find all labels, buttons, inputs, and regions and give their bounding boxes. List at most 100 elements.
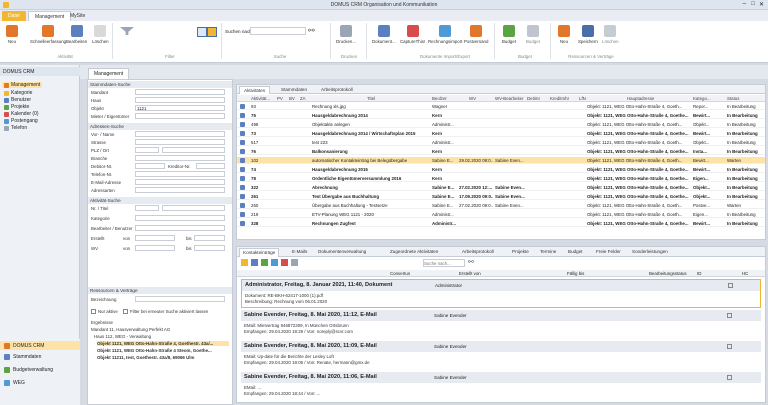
input-erstellt-von[interactable]	[135, 235, 175, 241]
contact-entry[interactable]: Sabine Evender, Freitag, 8. Mai 2020, 11…	[241, 372, 761, 399]
col-hc[interactable]: HC	[742, 271, 748, 276]
mail-dispatch-button[interactable]: Postversand	[464, 25, 488, 44]
col-bv[interactable]: BV	[289, 96, 295, 101]
col-aktivitaet[interactable]: Aktivität...	[251, 96, 270, 101]
delete-entry-icon[interactable]	[281, 259, 288, 266]
detail-filter-icon[interactable]	[291, 259, 298, 266]
col-bearbeitungsstatus[interactable]: Bearbeitungsstatus	[649, 271, 687, 276]
tab-stammdaten[interactable]: Stammdaten	[277, 86, 311, 94]
input-email[interactable]	[135, 179, 225, 185]
tab-aktivitaeten[interactable]: Aktivitäten	[239, 86, 271, 94]
nav-stammdaten[interactable]: Stammdaten	[4, 354, 41, 360]
tab-emails[interactable]: E-Mails	[289, 248, 310, 257]
input-bearbeiter[interactable]	[135, 225, 225, 231]
table-row[interactable]: 76 Balkonsanierung Kern Objekt: 1121, WEG O…	[237, 148, 765, 155]
nav-budgetverwaltung[interactable]: Budgetverwaltung	[4, 367, 53, 373]
checkbox-nur-aktive[interactable]	[91, 309, 96, 314]
col-besitzer[interactable]: Beolzer	[432, 96, 447, 101]
nav-item-projekte[interactable]: Projekte	[4, 104, 29, 110]
col-erstellt-von[interactable]: Erstellt von	[459, 271, 481, 276]
nav-item-benutzer[interactable]: Benutzer	[4, 97, 31, 103]
save-button[interactable]: Speichern	[578, 25, 598, 44]
tab-datei[interactable]: Datei	[2, 11, 26, 21]
table-row[interactable]: 219 ETV-Planung WEG 1121 - 2020 Administr.…	[237, 211, 765, 218]
col-id[interactable]: ID	[697, 271, 701, 276]
table-row[interactable]: 322 Abrechnung Sabine E... 27.02.2020 12:..…	[237, 184, 765, 191]
mail-entry-icon[interactable]	[271, 259, 278, 266]
section-ressourcen[interactable]: Ressourcen & Verträge	[88, 287, 232, 294]
col-wv[interactable]: WV	[469, 96, 476, 101]
input-strasse[interactable]	[135, 139, 225, 145]
tab-projekte[interactable]: Projekte	[509, 248, 532, 257]
tab-arbeitsprotokoll-detail[interactable]: Arbeitsprotokoll	[459, 248, 497, 257]
detail-search-input[interactable]	[423, 259, 465, 267]
filter-icon[interactable]	[120, 27, 134, 35]
section-adressen[interactable]: Adressen-Suche	[88, 123, 232, 130]
table-row[interactable]: 498 Objektakte anlegen Administr... Objekt:…	[237, 121, 765, 128]
new-button[interactable]: Neu	[6, 25, 18, 44]
nav-item-management[interactable]: Management	[2, 82, 43, 88]
table-row[interactable]: 75 Hausgeldabrechnung 2014 Kern Objekt: 112…	[237, 112, 765, 119]
table-row[interactable]: 328 Rechnungen Zugfest Administr... Objekt:…	[237, 220, 765, 227]
tab-dokumentenverwaltung[interactable]: Dokumentenverwaltung	[315, 248, 369, 257]
edit-button[interactable]: Bearbeiten	[66, 25, 87, 44]
input-branche[interactable]	[135, 155, 225, 161]
input-nr[interactable]	[135, 205, 159, 211]
col-faellig[interactable]: Fällig bis	[567, 271, 584, 276]
col-lfn[interactable]: LfN	[579, 96, 586, 101]
col-status[interactable]: Status	[727, 96, 739, 101]
input-wv-bis[interactable]	[194, 245, 225, 251]
tab-termine[interactable]: Termine	[537, 248, 559, 257]
result-objekt-2[interactable]: Objekt 1121, WEG Otto-Hahn-Straße 4 Steo…	[97, 348, 229, 353]
budget-disabled-button[interactable]: Budget	[526, 25, 540, 44]
result-haus[interactable]: Haus 112, WEG - Verwaltung	[94, 334, 151, 339]
col-kreditor[interactable]: Kreditmhr	[550, 96, 569, 101]
capturethis-button[interactable]: CaptureThis!	[400, 25, 425, 44]
nav-item-telefon[interactable]: Telefon	[4, 125, 27, 131]
maximize-icon[interactable]: □	[751, 1, 755, 7]
add-entry-icon[interactable]	[241, 259, 248, 266]
tab-freie-felder[interactable]: Freie Felder	[593, 248, 624, 257]
input-bezeichnung[interactable]	[135, 296, 225, 302]
binoculars-icon[interactable]: ⚯	[308, 26, 318, 36]
tab-mysite[interactable]: MySite	[64, 11, 91, 21]
minimize-icon[interactable]: –	[743, 1, 746, 7]
tab-management-doc[interactable]: Management	[88, 68, 130, 79]
nav-weg[interactable]: WEG	[4, 380, 25, 386]
tab-budget[interactable]: Budget	[565, 248, 586, 257]
ribbon-search-input[interactable]	[250, 27, 306, 35]
contact-entry[interactable]: Sabine Evender, Freitag, 8. Mai 2020, 11…	[241, 341, 761, 368]
entry-attachment-icon[interactable]	[727, 344, 732, 349]
col-convertus[interactable]: Convertus	[390, 271, 410, 276]
input-adressarten[interactable]	[135, 187, 225, 193]
input-ort[interactable]	[162, 147, 225, 153]
section-stammdaten[interactable]: Stammdaten-Suche	[88, 81, 232, 88]
table-row[interactable]: 78 Ordentliche Eigentümerversammlung 2016…	[237, 175, 765, 182]
input-haus[interactable]	[135, 97, 225, 103]
input-titel[interactable]	[162, 205, 225, 211]
resource-delete-button[interactable]: Löschen	[602, 25, 619, 44]
input-debitor[interactable]	[135, 163, 165, 169]
input-telefon[interactable]	[135, 171, 225, 177]
col-za[interactable]: ZA	[300, 96, 306, 101]
tab-arbeitsprotokoll[interactable]: Arbeitsprotokoll	[317, 86, 357, 94]
nav-item-kategorie[interactable]: Kategorie	[4, 90, 32, 96]
input-mieter[interactable]	[135, 113, 225, 119]
table-row[interactable]: 73 Hausgeldabrechnung 2014 / Wirtschaftsp…	[237, 130, 765, 137]
delete-button[interactable]: Löschen	[92, 25, 109, 44]
table-row[interactable]: 74 Hausgeldabrechnung 2015 Kern Objekt: 112…	[237, 166, 765, 173]
section-aktivitaet[interactable]: Aktivität-Suche	[88, 197, 232, 204]
resource-new-button[interactable]: Neu	[558, 25, 570, 44]
col-pv[interactable]: PV	[277, 96, 283, 101]
document-button[interactable]: Dokument...	[372, 25, 396, 44]
close-icon[interactable]: ✕	[759, 1, 764, 8]
input-kreditor[interactable]	[196, 163, 225, 169]
contact-entry[interactable]: Sabine Evender, Freitag, 8. Mai 2020, 11…	[241, 310, 761, 337]
tab-sonderleistungen[interactable]: Sonderleistungen	[629, 248, 671, 257]
input-objekt[interactable]: 1121	[135, 105, 225, 111]
table-row[interactable]: 93 Rechnung xls.jpg Wagner Objekt: 1121, WE…	[237, 103, 765, 110]
nav-item-postengang[interactable]: Postengang	[4, 118, 38, 124]
table-row[interactable]: 102 automatischer Kontakteintrag bei Bele…	[237, 157, 765, 164]
col-titel[interactable]: Titel	[367, 96, 375, 101]
checkbox-filter[interactable]	[123, 309, 128, 314]
